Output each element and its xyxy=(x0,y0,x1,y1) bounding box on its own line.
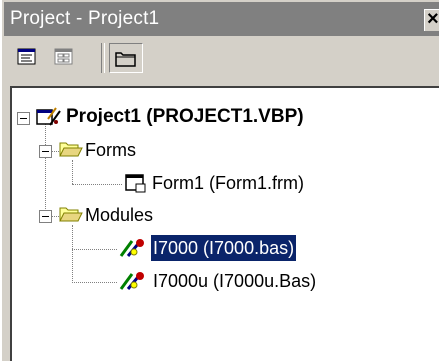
project-tree[interactable]: Project1 (PROJECT1.VBP) Forms Form1 (For… xyxy=(10,86,439,361)
tree-node-modules[interactable]: Modules xyxy=(85,202,153,228)
tree-node-module-i7000[interactable]: I7000 (I7000.bas) xyxy=(151,235,297,261)
toolbar-separator xyxy=(101,43,105,73)
module-icon xyxy=(119,272,144,290)
tree-connector xyxy=(72,282,117,283)
tree-connector xyxy=(72,184,122,185)
collapse-project-toggle[interactable] xyxy=(17,112,30,125)
form-icon xyxy=(125,174,146,193)
folder-open-icon xyxy=(59,207,83,222)
toggle-folders-icon xyxy=(115,52,136,67)
tree-node-module-i7000u[interactable]: I7000u (I7000u.Bas) xyxy=(153,268,316,294)
project-explorer-window: Project - Project1 × Project1 (PROJECT1.… xyxy=(0,0,439,361)
close-icon: × xyxy=(427,8,439,30)
tree-node-form1[interactable]: Form1 (Form1.frm) xyxy=(152,170,304,196)
project-icon xyxy=(36,107,61,126)
window-title: Project - Project1 xyxy=(10,8,160,29)
tree-connector xyxy=(72,225,73,283)
close-button[interactable]: × xyxy=(424,8,439,31)
tree-connector xyxy=(72,249,117,250)
tree-connector xyxy=(72,160,73,184)
title-bar[interactable]: Project - Project1 × xyxy=(4,2,439,36)
toggle-folders-button[interactable] xyxy=(109,43,143,73)
toolbar xyxy=(4,38,439,78)
view-code-button[interactable] xyxy=(12,43,42,71)
collapse-modules-toggle[interactable] xyxy=(39,210,52,223)
tree-node-project[interactable]: Project1 (PROJECT1.VBP) xyxy=(66,104,304,130)
view-object-button[interactable] xyxy=(49,43,79,71)
module-icon xyxy=(119,239,144,257)
collapse-forms-toggle[interactable] xyxy=(39,145,52,158)
tree-node-forms[interactable]: Forms xyxy=(85,137,136,163)
view-code-icon xyxy=(17,48,36,65)
view-object-icon xyxy=(54,48,73,65)
folder-open-icon xyxy=(59,142,83,157)
